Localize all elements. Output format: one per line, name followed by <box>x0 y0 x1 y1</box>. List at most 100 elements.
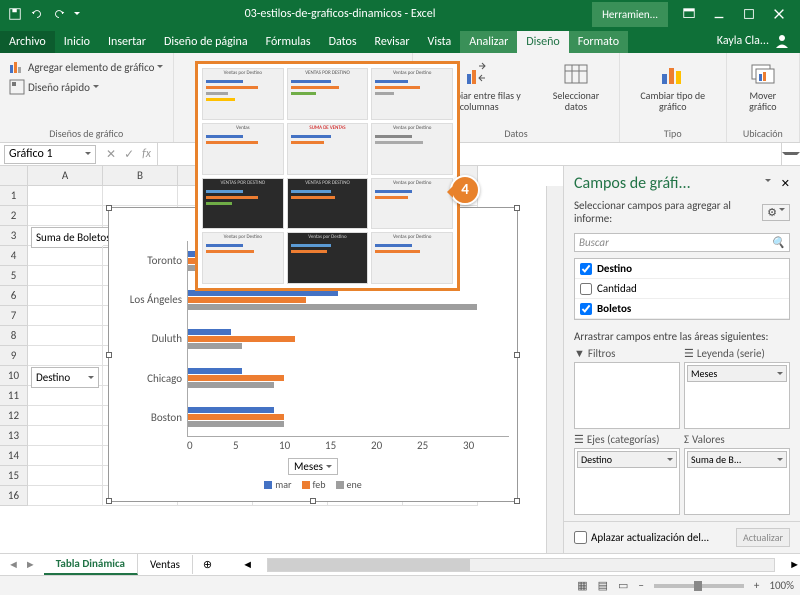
window-title: 03-estilos-de-graficos-dinamicos - Excel <box>88 7 592 21</box>
tab-formulas[interactable]: Fórmulas <box>257 31 320 53</box>
field-destino[interactable]: Destino <box>575 259 789 279</box>
row-header[interactable]: 4 <box>0 246 28 266</box>
tab-inicio[interactable]: Inicio <box>55 31 99 53</box>
zoom-out-button[interactable]: − <box>638 579 643 592</box>
row-header[interactable]: 1 <box>0 186 28 206</box>
tutorial-callout: 4 <box>450 175 480 205</box>
select-all-corner[interactable] <box>0 166 28 186</box>
ribbon-options-icon[interactable] <box>682 7 696 21</box>
tab-vista[interactable]: Vista <box>419 31 461 53</box>
tab-formato[interactable]: Formato <box>569 31 628 53</box>
sheet-tab-ventas[interactable]: Ventas <box>138 555 193 574</box>
chart-style-thumb[interactable]: Ventas <box>202 123 284 175</box>
zoom-level[interactable]: 100% <box>769 579 794 592</box>
chart-style-thumb[interactable]: SUMA DE VENTAS <box>287 123 369 175</box>
add-chart-element-button[interactable]: Agregar elemento de gráfico <box>6 57 167 77</box>
area-item-suma[interactable]: Suma de B... <box>687 451 787 468</box>
defer-update-checkbox[interactable]: Aplazar actualización del... <box>574 531 709 544</box>
row-header[interactable]: 8 <box>0 326 28 346</box>
hscroll-left-icon[interactable]: ◄ <box>242 558 253 571</box>
row-header[interactable]: 6 <box>0 286 28 306</box>
chart-field-button[interactable]: Meses <box>288 458 338 475</box>
undo-icon[interactable] <box>30 7 44 21</box>
sheet-nav-next-icon[interactable]: ► <box>25 558 36 571</box>
new-sheet-button[interactable]: ⊕ <box>193 558 222 571</box>
chart-legend[interactable]: mar feb ene <box>117 478 509 491</box>
tab-diseno[interactable]: Diseño <box>517 31 568 53</box>
row-header[interactable]: 5 <box>0 266 28 286</box>
values-drop-area[interactable]: Suma de B... <box>684 448 790 515</box>
chart-style-gallery[interactable]: Ventas por Destino VENTAS POR DESTINO Ve… <box>195 61 460 291</box>
update-button[interactable]: Actualizar <box>736 528 790 547</box>
chart-style-thumb[interactable]: Ventas por Destino <box>202 68 284 120</box>
row-header[interactable]: 2 <box>0 206 28 226</box>
sheet-nav-prev-icon[interactable]: ◄ <box>8 558 19 571</box>
chart-style-thumb[interactable]: Ventas por Destino <box>202 232 284 284</box>
hscroll-right-icon[interactable]: ► <box>789 558 800 571</box>
field-boletos[interactable]: Boletos <box>575 299 789 319</box>
taskpane-menu-icon[interactable] <box>765 179 771 185</box>
zoom-in-button[interactable]: + <box>754 579 759 592</box>
row-header[interactable]: 11 <box>0 386 28 406</box>
sheet-tab-tabla-dinamica[interactable]: Tabla Dinámica <box>44 554 138 575</box>
select-data-button[interactable]: Seleccionar datos <box>539 57 613 115</box>
cancel-formula-icon[interactable]: ✕ <box>106 147 116 162</box>
tab-analizar[interactable]: Analizar <box>460 31 517 53</box>
field-search-input[interactable]: Buscar 🔍 <box>574 233 790 252</box>
row-header[interactable]: 7 <box>0 306 28 326</box>
close-icon[interactable] <box>772 7 786 21</box>
row-header[interactable]: 16 <box>0 486 28 506</box>
enter-formula-icon[interactable]: ✓ <box>124 147 134 162</box>
chart-style-thumb[interactable]: VENTAS POR DESTINO <box>287 68 369 120</box>
tab-archivo[interactable]: Archivo <box>0 31 55 53</box>
move-chart-button[interactable]: Mover gráfico <box>733 57 793 115</box>
col-header[interactable]: A <box>28 166 103 186</box>
col-header[interactable]: B <box>103 166 178 186</box>
name-box[interactable]: Gráfico 1 <box>4 145 96 164</box>
taskpane-tools-button[interactable]: ⚙ <box>762 204 790 221</box>
tab-revisar[interactable]: Revisar <box>366 31 419 53</box>
tab-datos[interactable]: Datos <box>320 31 366 53</box>
redo-icon[interactable] <box>52 7 66 21</box>
chart-style-thumb[interactable]: Ventas por Destino <box>371 232 453 284</box>
filters-drop-area[interactable] <box>574 362 680 429</box>
area-item-destino[interactable]: Destino <box>577 451 677 468</box>
page-break-view-icon[interactable]: ▭ <box>618 579 628 592</box>
chart-category-axis: TorontoLos ÁngelesDuluthChicagoBoston <box>117 241 187 437</box>
row-header[interactable]: 12 <box>0 406 28 426</box>
normal-view-icon[interactable]: ▦ <box>577 579 587 592</box>
row-header[interactable]: 14 <box>0 446 28 466</box>
chart-style-thumb[interactable]: Ventas por Destino <box>371 68 453 120</box>
fx-icon[interactable]: fx <box>142 147 151 162</box>
page-layout-view-icon[interactable]: ▤ <box>598 579 608 592</box>
chart-style-thumb[interactable]: VENTAS POR DESTINO <box>202 178 284 230</box>
filters-area-label: ▼ Filtros <box>574 347 680 360</box>
user-account[interactable]: Kayla Cla... <box>707 29 800 53</box>
pivot-rows-cell[interactable]: Destino <box>31 367 99 388</box>
row-header[interactable]: 3 <box>0 226 28 246</box>
save-icon[interactable] <box>8 7 22 21</box>
chart-style-thumb[interactable]: Ventas por Destino <box>287 232 369 284</box>
close-taskpane-icon[interactable]: ✕ <box>781 177 790 190</box>
minimize-icon[interactable] <box>712 7 726 21</box>
expand-fbar-icon[interactable] <box>782 152 800 158</box>
row-header[interactable]: 10 <box>0 366 28 386</box>
field-cantidad[interactable]: Cantidad <box>575 279 789 299</box>
axis-drop-area[interactable]: Destino <box>574 448 680 515</box>
maximize-icon[interactable] <box>742 7 756 21</box>
area-item-meses[interactable]: Meses <box>687 365 787 382</box>
legend-drop-area[interactable]: Meses <box>684 362 790 429</box>
tab-insertar[interactable]: Insertar <box>99 31 155 53</box>
tab-diseno-pagina[interactable]: Diseño de página <box>155 31 257 53</box>
qat-customize-icon[interactable] <box>74 12 80 18</box>
chart-style-thumb[interactable]: Ventas por Destino <box>371 123 453 175</box>
row-header[interactable]: 9 <box>0 346 28 366</box>
row-header[interactable]: 13 <box>0 426 28 446</box>
change-chart-type-button[interactable]: Cambiar tipo de gráfico <box>626 57 720 115</box>
zoom-slider[interactable] <box>654 584 744 588</box>
quick-layout-button[interactable]: Diseño rápido <box>6 77 167 97</box>
horizontal-scrollbar[interactable] <box>267 558 775 572</box>
row-header[interactable]: 15 <box>0 466 28 486</box>
vertical-scrollbar[interactable] <box>546 186 563 553</box>
chart-style-thumb[interactable]: VENTAS POR DESTINO <box>287 178 369 230</box>
